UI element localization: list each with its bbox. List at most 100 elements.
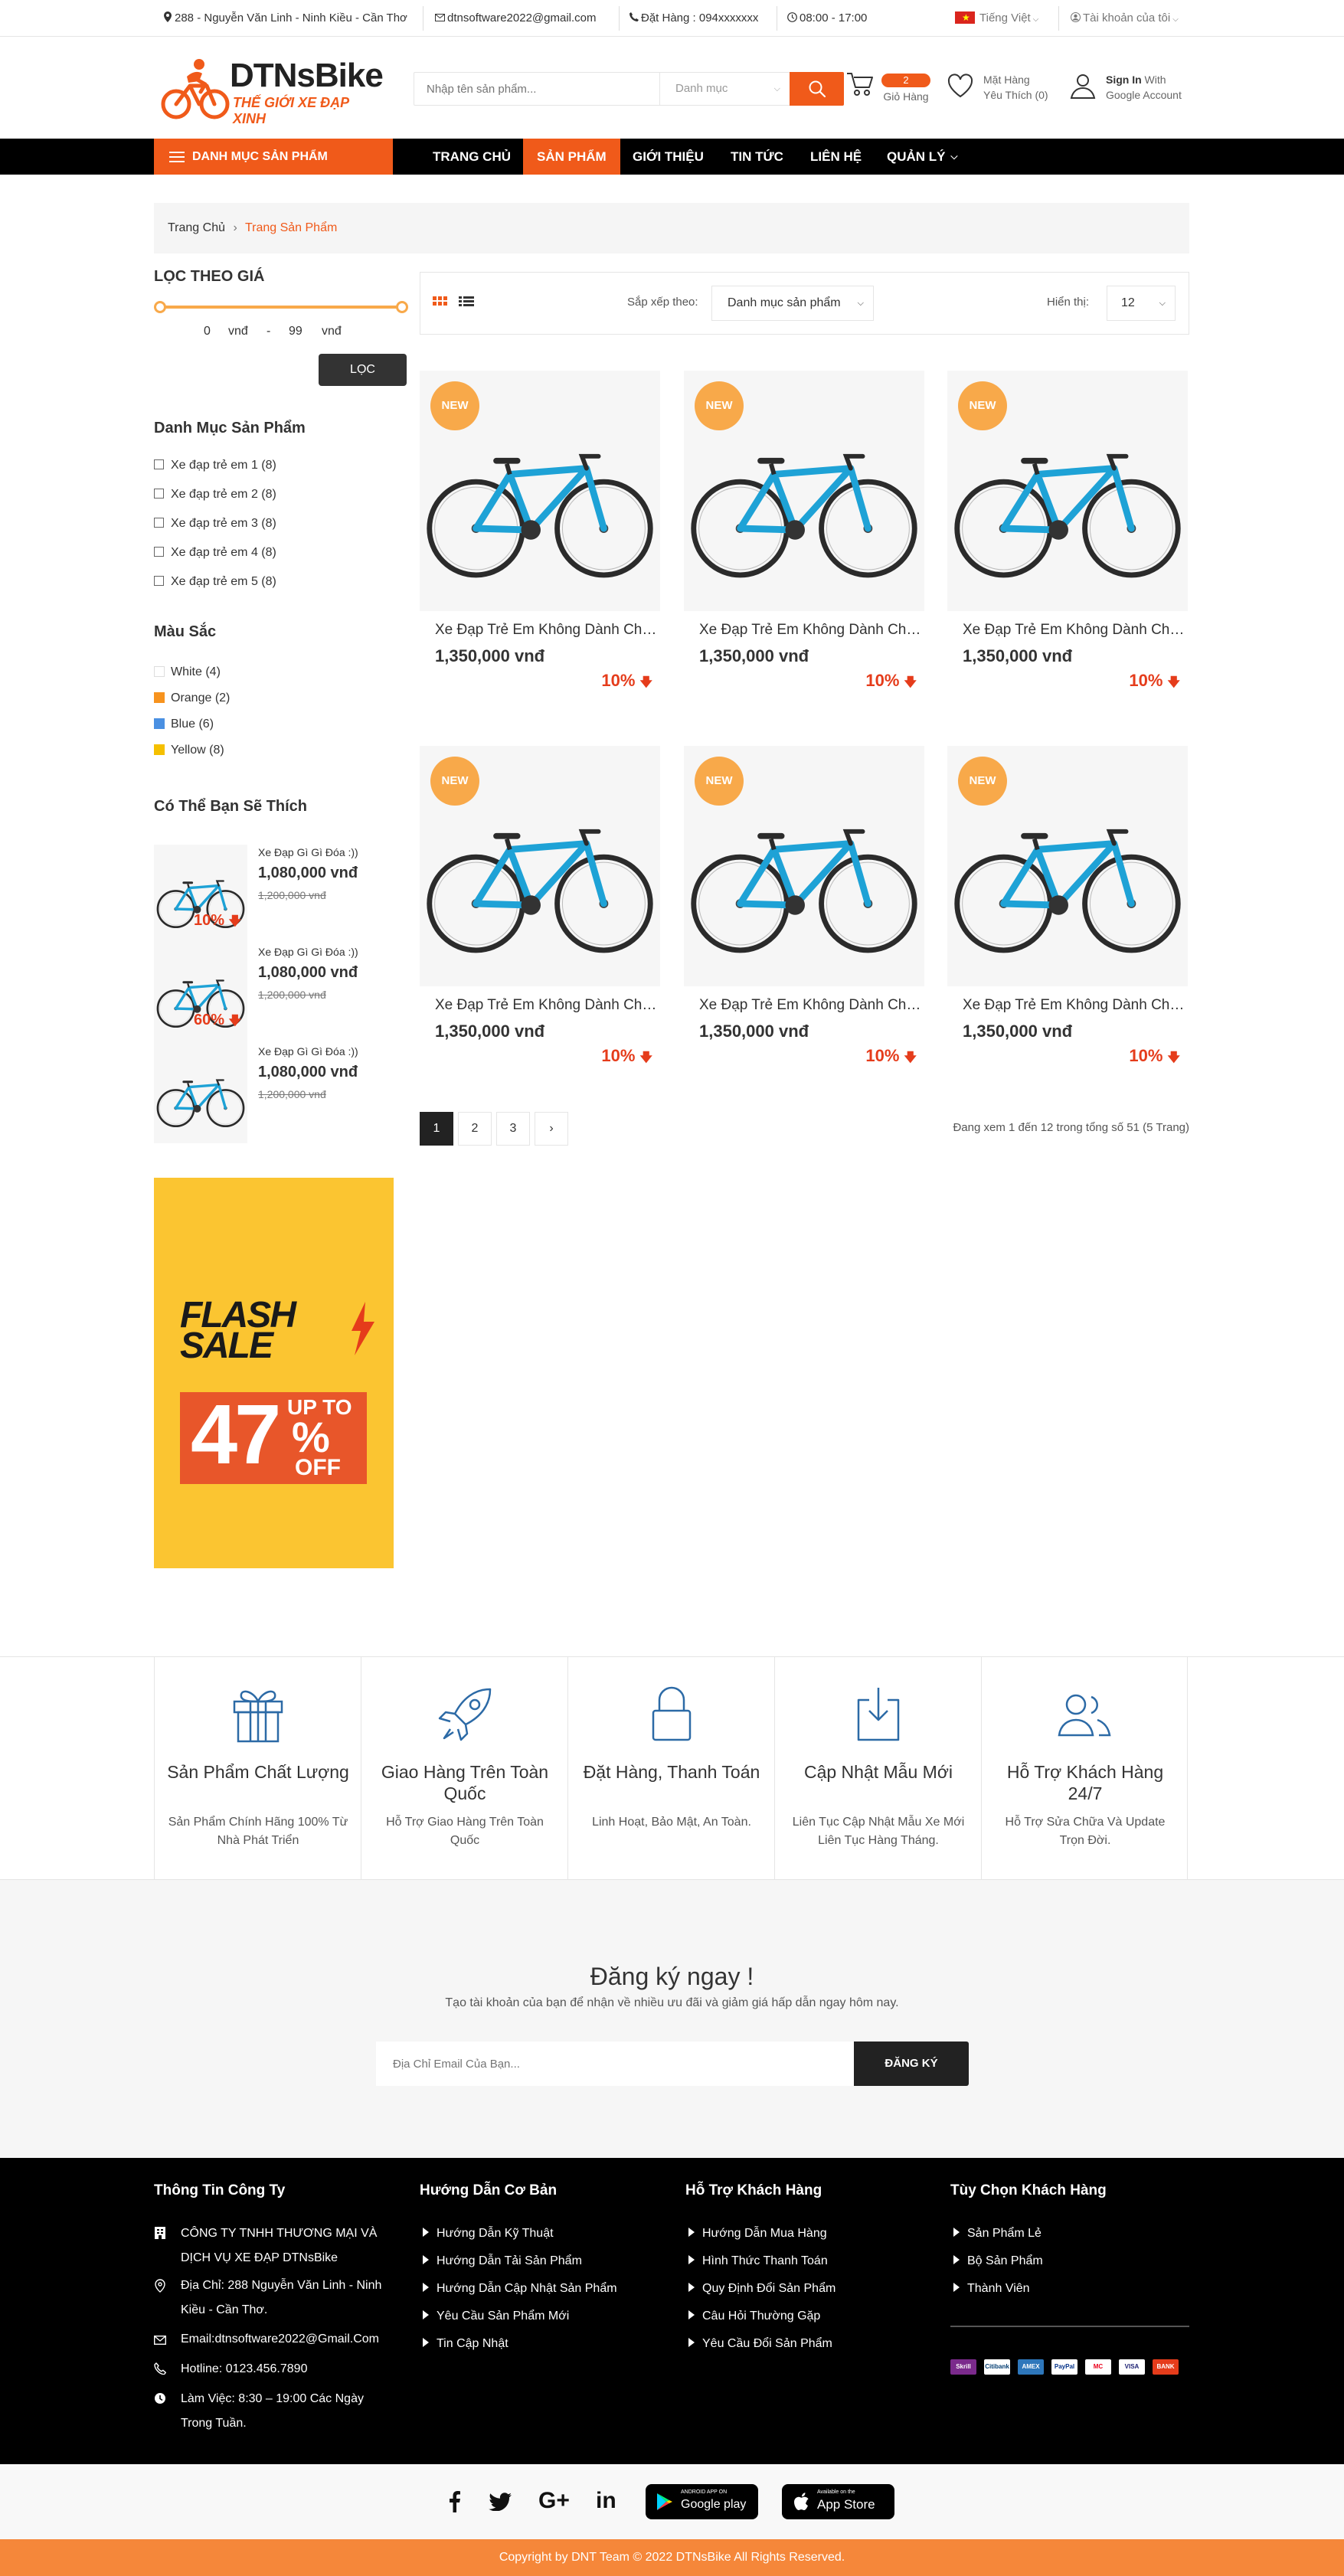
product-name[interactable]: Xe Đạp Trẻ Em Không Dành Cho Người Lớn — [699, 622, 921, 639]
checkbox[interactable] — [154, 576, 164, 586]
footer-link[interactable]: Bộ Sản Phẩm — [953, 2254, 1043, 2268]
product-discount: 10% 🡇 — [601, 1046, 652, 1070]
color-option-orange[interactable]: Orange (2) — [154, 689, 230, 708]
cart-button[interactable]: 2 Giỏ Hàng — [845, 69, 930, 107]
page-2-button[interactable]: 2 — [458, 1112, 492, 1146]
color-option-blue[interactable]: Blue (6) — [154, 715, 214, 734]
company-email[interactable]: Email:dtnsoftware2022@Gmail.Com — [181, 2332, 379, 2346]
currency-min: vnđ — [228, 325, 248, 338]
footer-link[interactable]: Hướng Dẫn Kỹ Thuật — [423, 2227, 554, 2241]
product-card[interactable]: NEW Xe Đạp Trẻ Em Không Dành Cho Người Lớ… — [947, 746, 1188, 1075]
sort-select[interactable]: Danh mục sản phẩm ⌵ — [711, 286, 874, 321]
product-name[interactable]: Xe Đạp Trẻ Em Không Dành Cho Người Lớn — [699, 997, 921, 1014]
search-button[interactable] — [790, 72, 844, 106]
page-size-select[interactable]: 12 ⌵ — [1107, 286, 1176, 321]
search-category-select[interactable]: Danh mục ⌵ — [659, 73, 791, 105]
checkbox[interactable] — [154, 547, 164, 557]
flash-sale-banner[interactable]: FLASH SALE UP TO 47 % OFF — [154, 1178, 394, 1568]
footer-link[interactable]: Yêu Cầu Sản Phẩm Mới — [423, 2310, 569, 2323]
footer-link[interactable]: Yêu Cầu Đổi Sản Phẩm — [688, 2337, 832, 2351]
newsletter-email-input[interactable] — [376, 2042, 855, 2086]
category-checkbox-3[interactable]: Xe đạp trẻ em 3 (8) — [154, 515, 276, 533]
gift-icon — [233, 1690, 283, 1743]
footer-link[interactable]: Tin Cập Nhật — [423, 2337, 508, 2351]
cart-count-badge: 2 — [881, 74, 930, 87]
newsletter-submit-button[interactable]: ĐĂNG KÝ — [854, 2042, 969, 2086]
footer-link[interactable]: Câu Hỏi Thường Gặp — [688, 2310, 820, 2323]
page-1-button[interactable]: 1 — [420, 1112, 453, 1146]
search-input[interactable] — [414, 73, 659, 105]
filter-button[interactable]: LỌC — [319, 354, 407, 386]
category-menu-button[interactable]: DANH MỤC SẢN PHẨM — [154, 139, 393, 175]
product-card[interactable]: NEW Xe Đạp Trẻ Em Không Dành Cho Người Lớ… — [420, 371, 660, 700]
checkbox[interactable] — [154, 489, 164, 499]
product-name[interactable]: Xe Đạp Gì Gì Đóa :)) — [258, 846, 358, 858]
page-3-button[interactable]: 3 — [496, 1112, 530, 1146]
color-filter-title: Màu Sắc — [154, 623, 217, 640]
product-name[interactable]: Xe Đạp Gì Gì Đóa :)) — [258, 946, 358, 958]
email-info[interactable]: dtnsoftware2022@gmail.com — [435, 0, 597, 37]
wishlist-button[interactable]: Mặt Hàng Yêu Thích (0) — [947, 69, 1061, 107]
footer-link[interactable]: Sản Phẩm Lẻ — [953, 2227, 1042, 2241]
product-name[interactable]: Xe Đạp Trẻ Em Không Dành Cho Người Lớn — [963, 622, 1185, 639]
product-card[interactable]: NEW Xe Đạp Trẻ Em Không Dành Cho Người Lớ… — [684, 746, 924, 1075]
category-checkbox-2[interactable]: Xe đạp trẻ em 2 (8) — [154, 485, 276, 504]
google-signin-button[interactable]: Sign In With Google Account — [1069, 69, 1192, 107]
product-name[interactable]: Xe Đạp Gì Gì Đóa :)) — [258, 1045, 358, 1058]
category-checkbox-4[interactable]: Xe đạp trẻ em 4 (8) — [154, 544, 276, 562]
phone-info[interactable]: Đặt Hàng : 094xxxxxxx — [629, 0, 758, 37]
suggested-product-2[interactable]: Xe Đạp Gì Gì Đóa :)) 1,080,000 vnđ 1,200… — [154, 944, 399, 1044]
footer-link[interactable]: Hướng Dẫn Cập Nhật Sản Phẩm — [423, 2282, 617, 2296]
nav-products[interactable]: SẢN PHẨM — [523, 139, 620, 175]
nav-about[interactable]: GIỚI THIỆU — [619, 139, 718, 175]
category-checkbox-5[interactable]: Xe đạp trẻ em 5 (8) — [154, 573, 276, 591]
company-hotline[interactable]: Hotline: 0123.456.7890 — [181, 2362, 307, 2376]
logo[interactable]: DTNsBike THẾ GIỚI XE ĐẠP XINH — [159, 54, 384, 126]
footer-link[interactable]: Hình Thức Thanh Toán — [688, 2254, 828, 2268]
product-card[interactable]: NEW Xe Đạp Trẻ Em Không Dành Cho Người Lớ… — [684, 371, 924, 700]
slider-handle-max[interactable] — [396, 301, 408, 313]
suggested-product-3[interactable]: Xe Đạp Gì Gì Đóa :)) 1,080,000 vnđ 1,200… — [154, 1044, 399, 1143]
app-store-button[interactable]: Available on the App Store — [782, 2484, 894, 2519]
footer-link-label: Hình Thức Thanh Toán — [702, 2254, 828, 2267]
grid-view-icon[interactable] — [433, 296, 448, 310]
twitter-icon[interactable] — [489, 2493, 512, 2511]
checkbox[interactable] — [154, 459, 164, 469]
list-view-icon[interactable] — [459, 296, 474, 310]
color-option-white[interactable]: White (4) — [154, 663, 221, 682]
footer-link[interactable]: Hướng Dẫn Tải Sản Phẩm — [423, 2254, 582, 2268]
nav-contact[interactable]: LIÊN HỆ — [796, 139, 875, 175]
suggested-product-1[interactable]: Xe Đạp Gì Gì Đóa :)) 1,080,000 vnđ 1,200… — [154, 845, 399, 944]
product-name[interactable]: Xe Đạp Trẻ Em Không Dành Cho Người Lớn — [435, 622, 657, 639]
google-plus-icon[interactable]: G+ — [538, 2488, 570, 2514]
price-range-slider[interactable] — [154, 301, 408, 313]
language-selector[interactable]: ★ Tiếng Việt ⌵ — [955, 0, 1038, 37]
footer-link[interactable]: Quy Định Đổi Sản Phẩm — [688, 2282, 836, 2296]
product-name[interactable]: Xe Đạp Trẻ Em Không Dành Cho Người Lớn — [963, 997, 1185, 1014]
slider-handle-min[interactable] — [154, 301, 166, 313]
account-menu[interactable]: Tài khoản của tôi ⌵ — [1071, 0, 1179, 37]
product-card[interactable]: NEW Xe Đạp Trẻ Em Không Dành Cho Người Lớ… — [420, 746, 660, 1075]
nav-news[interactable]: TIN TỨC — [717, 139, 797, 175]
footer-link[interactable]: Hướng Dẫn Mua Hàng — [688, 2227, 827, 2241]
nav-home[interactable]: TRANG CHỦ — [419, 139, 525, 175]
product-image[interactable] — [154, 1044, 247, 1143]
category-checkbox-1[interactable]: Xe đạp trẻ em 1 (8) — [154, 456, 276, 475]
next-page-button[interactable]: › — [535, 1112, 568, 1146]
nav-manage[interactable]: QUẢN LÝ ⌵ — [873, 139, 972, 175]
phone-icon — [629, 12, 639, 21]
product-name[interactable]: Xe Đạp Trẻ Em Không Dành Cho Người Lớn — [435, 997, 657, 1014]
newsletter-title: Đăng ký ngay ! — [590, 1963, 754, 1990]
color-option-yellow[interactable]: Yellow (8) — [154, 741, 224, 760]
google-play-button[interactable]: ANDROID APP ON Google play — [646, 2484, 758, 2519]
checkbox[interactable] — [154, 518, 164, 528]
linkedin-icon[interactable]: in — [596, 2488, 616, 2514]
footer-link[interactable]: Thành Viên — [953, 2282, 1030, 2296]
feature-title: Sản Phẩm Chất Lượng — [167, 1762, 349, 1782]
facebook-icon[interactable] — [450, 2491, 460, 2512]
arrow-right-icon — [688, 2228, 695, 2237]
arrow-down-icon: 🡇 — [639, 676, 652, 689]
product-card[interactable]: NEW Xe Đạp Trẻ Em Không Dành Cho Người Lớ… — [947, 371, 1188, 700]
breadcrumb-home[interactable]: Trang Chủ — [168, 221, 225, 234]
product-discount: 10% 🡇 — [601, 671, 652, 695]
